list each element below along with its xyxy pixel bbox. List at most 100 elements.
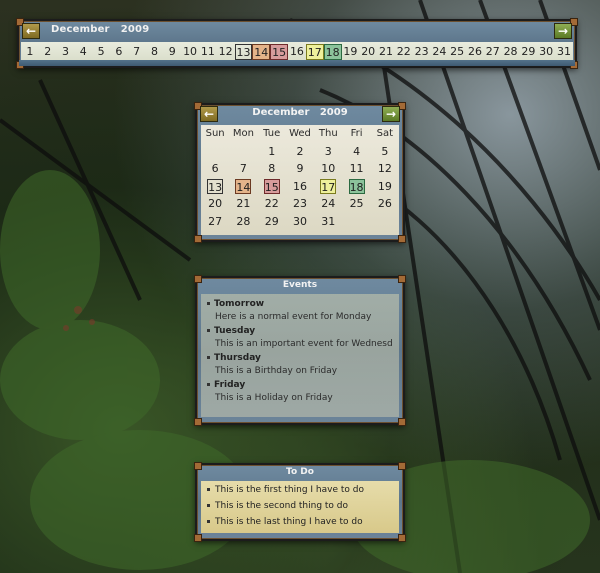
calendar-day-12[interactable]: 12 <box>371 161 399 176</box>
strip-day-19[interactable]: 19 <box>342 44 360 60</box>
strip-prev-month-button[interactable]: ← <box>22 23 40 39</box>
strip-day-2[interactable]: 2 <box>39 44 57 60</box>
strip-day-3[interactable]: 3 <box>57 44 75 60</box>
strip-day-29[interactable]: 29 <box>519 44 537 60</box>
todo-item[interactable]: This is the second thing to do <box>207 501 393 511</box>
month-calendar-widget: ← December 2009 → Sun Mon Tue Wed Thu Fri Sat 1… <box>194 102 406 243</box>
strip-day-16[interactable]: 16 <box>288 44 306 60</box>
strip-day-22[interactable]: 22 <box>395 44 413 60</box>
weekday-header: Thu <box>318 128 338 140</box>
frame-corner <box>398 418 406 426</box>
event-day-heading: Tuesday <box>207 326 393 336</box>
calendar-day-25[interactable]: 25 <box>342 196 370 211</box>
calendar-day-28[interactable]: 28 <box>229 214 257 229</box>
calendar-day-13[interactable]: 13 <box>201 178 229 194</box>
calendar-day-number: 1 <box>268 144 276 158</box>
calendar-day-21[interactable]: 21 <box>229 196 257 211</box>
strip-day-14[interactable]: 14 <box>252 44 271 60</box>
strip-day-15[interactable]: 15 <box>270 44 289 60</box>
strip-day-1[interactable]: 1 <box>21 44 39 60</box>
strip-day-12[interactable]: 12 <box>217 44 235 60</box>
calendar-day-number: 26 <box>377 197 392 211</box>
strip-day-18[interactable]: 18 <box>323 44 342 60</box>
calendar-day-15[interactable]: 15 <box>258 178 286 194</box>
bullet-icon <box>207 504 210 507</box>
calendar-day-number: 14 <box>235 178 252 194</box>
event-day-label: Tomorrow <box>214 299 265 309</box>
event-item[interactable]: Here is a normal event for Monday <box>207 312 393 322</box>
calendar-day-number: 23 <box>292 197 307 211</box>
strip-day-25[interactable]: 25 <box>448 44 466 60</box>
strip-day-10[interactable]: 10 <box>181 44 199 60</box>
strip-day-28[interactable]: 28 <box>502 44 520 60</box>
calendar-day-10[interactable]: 10 <box>314 161 342 176</box>
bullet-icon <box>207 383 210 386</box>
bullet-icon <box>207 488 210 491</box>
calendar-day-number: 6 <box>211 162 219 176</box>
todo-item[interactable]: This is the last thing I have to do <box>207 517 393 527</box>
strip-day-6[interactable]: 6 <box>110 44 128 60</box>
calendar-day-26[interactable]: 26 <box>371 196 399 211</box>
calendar-day-number: 2 <box>296 144 304 158</box>
strip-day-30[interactable]: 30 <box>537 44 555 60</box>
strip-day-20[interactable]: 20 <box>359 44 377 60</box>
calendar-next-month-button[interactable]: → <box>382 106 400 122</box>
calendar-day-number: 24 <box>321 197 336 211</box>
strip-day-17[interactable]: 17 <box>305 44 324 60</box>
calendar-day-number: 7 <box>239 162 247 176</box>
calendar-prev-month-button[interactable]: ← <box>200 106 218 122</box>
strip-day-7[interactable]: 7 <box>128 44 146 60</box>
calendar-day-2[interactable]: 2 <box>286 144 314 159</box>
calendar-empty-cell <box>371 214 399 229</box>
todo-item-label: This is the second thing to do <box>215 501 349 511</box>
calendar-day-24[interactable]: 24 <box>314 196 342 211</box>
strip-day-31[interactable]: 31 <box>555 44 573 60</box>
calendar-day-7[interactable]: 7 <box>229 161 257 176</box>
calendar-day-number: 29 <box>264 214 279 228</box>
calendar-day-number: 15 <box>263 178 280 194</box>
todo-item[interactable]: This is the first thing I have to do <box>207 485 393 495</box>
event-item[interactable]: This is a Birthday on Friday <box>207 366 393 376</box>
strip-day-26[interactable]: 26 <box>466 44 484 60</box>
calendar-day-number: 28 <box>236 214 251 228</box>
strip-day-27[interactable]: 27 <box>484 44 502 60</box>
calendar-day-18[interactable]: 18 <box>342 178 370 194</box>
calendar-day-1[interactable]: 1 <box>258 144 286 159</box>
calendar-day-number <box>235 144 251 159</box>
calendar-day-23[interactable]: 23 <box>286 196 314 211</box>
calendar-day-29[interactable]: 29 <box>258 214 286 229</box>
calendar-day-17[interactable]: 17 <box>314 178 342 194</box>
frame-corner <box>194 235 202 243</box>
calendar-day-30[interactable]: 30 <box>286 214 314 229</box>
strip-day-9[interactable]: 9 <box>163 44 181 60</box>
strip-bottom-bar <box>19 60 575 66</box>
calendar-day-8[interactable]: 8 <box>258 161 286 176</box>
weekday-header: Fri <box>350 128 363 140</box>
event-day-heading: Tomorrow <box>207 299 393 309</box>
strip-day-11[interactable]: 11 <box>199 44 217 60</box>
strip-day-21[interactable]: 21 <box>377 44 395 60</box>
event-item[interactable]: This is a Holiday on Friday <box>207 393 393 403</box>
calendar-day-3[interactable]: 3 <box>314 144 342 159</box>
strip-day-4[interactable]: 4 <box>74 44 92 60</box>
calendar-day-6[interactable]: 6 <box>201 161 229 176</box>
strip-day-5[interactable]: 5 <box>92 44 110 60</box>
calendar-day-20[interactable]: 20 <box>201 196 229 211</box>
calendar-day-14[interactable]: 14 <box>229 178 257 194</box>
calendar-day-5[interactable]: 5 <box>371 144 399 159</box>
calendar-day-4[interactable]: 4 <box>342 144 370 159</box>
calendar-empty-cell <box>201 144 229 159</box>
calendar-day-19[interactable]: 19 <box>371 179 399 194</box>
calendar-day-9[interactable]: 9 <box>286 161 314 176</box>
event-item[interactable]: This is an important event for Wednesday… <box>207 339 393 349</box>
calendar-day-11[interactable]: 11 <box>342 161 370 176</box>
calendar-day-27[interactable]: 27 <box>201 214 229 229</box>
strip-day-24[interactable]: 24 <box>430 44 448 60</box>
calendar-day-22[interactable]: 22 <box>258 196 286 211</box>
strip-next-month-button[interactable]: → <box>554 23 572 39</box>
strip-day-23[interactable]: 23 <box>413 44 431 60</box>
strip-day-8[interactable]: 8 <box>146 44 164 60</box>
calendar-day-16[interactable]: 16 <box>286 179 314 194</box>
strip-day-13[interactable]: 13 <box>234 44 253 60</box>
calendar-day-31[interactable]: 31 <box>314 214 342 229</box>
